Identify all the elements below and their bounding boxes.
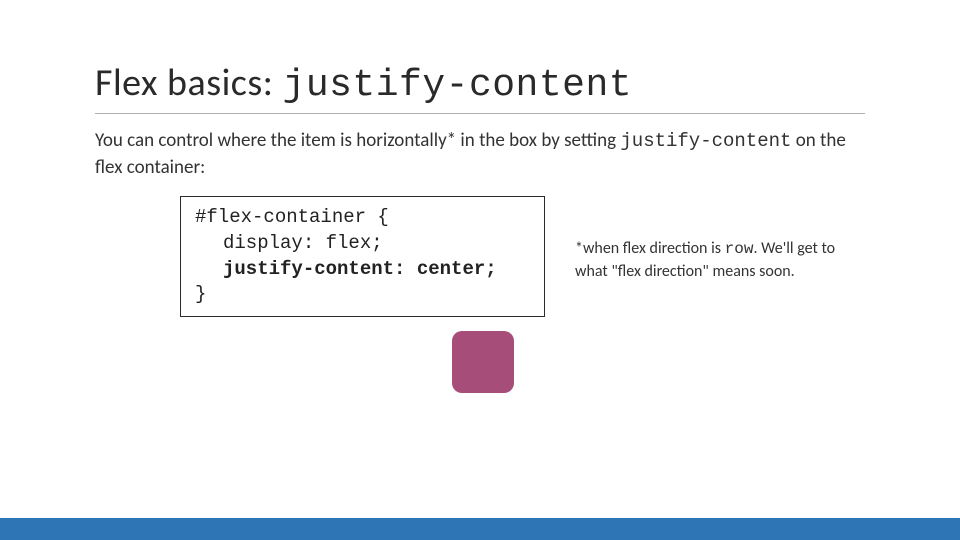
- slide: Flex basics: justify-content You can con…: [0, 0, 960, 540]
- body-text: You can control where the item is horizo…: [95, 128, 865, 180]
- body-part1: You can control where the item is horizo…: [95, 129, 620, 152]
- flex-demo-container: [180, 327, 785, 457]
- code-line-4: }: [195, 282, 530, 308]
- title-code: justify-content: [283, 64, 633, 107]
- note-part1: *when flex direction is: [575, 239, 725, 258]
- code-line-3: justify-content: center;: [195, 257, 530, 283]
- accent-bottom-bar: [0, 518, 960, 540]
- title-underline: [95, 113, 865, 114]
- code-example: #flex-container { display: flex; justify…: [180, 196, 545, 317]
- code-line-1: #flex-container {: [195, 205, 530, 231]
- body-code: justify-content: [620, 130, 791, 152]
- note-code: row: [725, 240, 754, 258]
- slide-title: Flex basics: justify-content: [95, 60, 865, 107]
- asterisk-note: *when flex direction is row. We'll get t…: [575, 238, 865, 282]
- title-prefix: Flex basics:: [95, 60, 283, 106]
- flex-demo-item: [452, 331, 514, 393]
- content-row: #flex-container { display: flex; justify…: [180, 196, 865, 317]
- code-line-2: display: flex;: [195, 231, 530, 257]
